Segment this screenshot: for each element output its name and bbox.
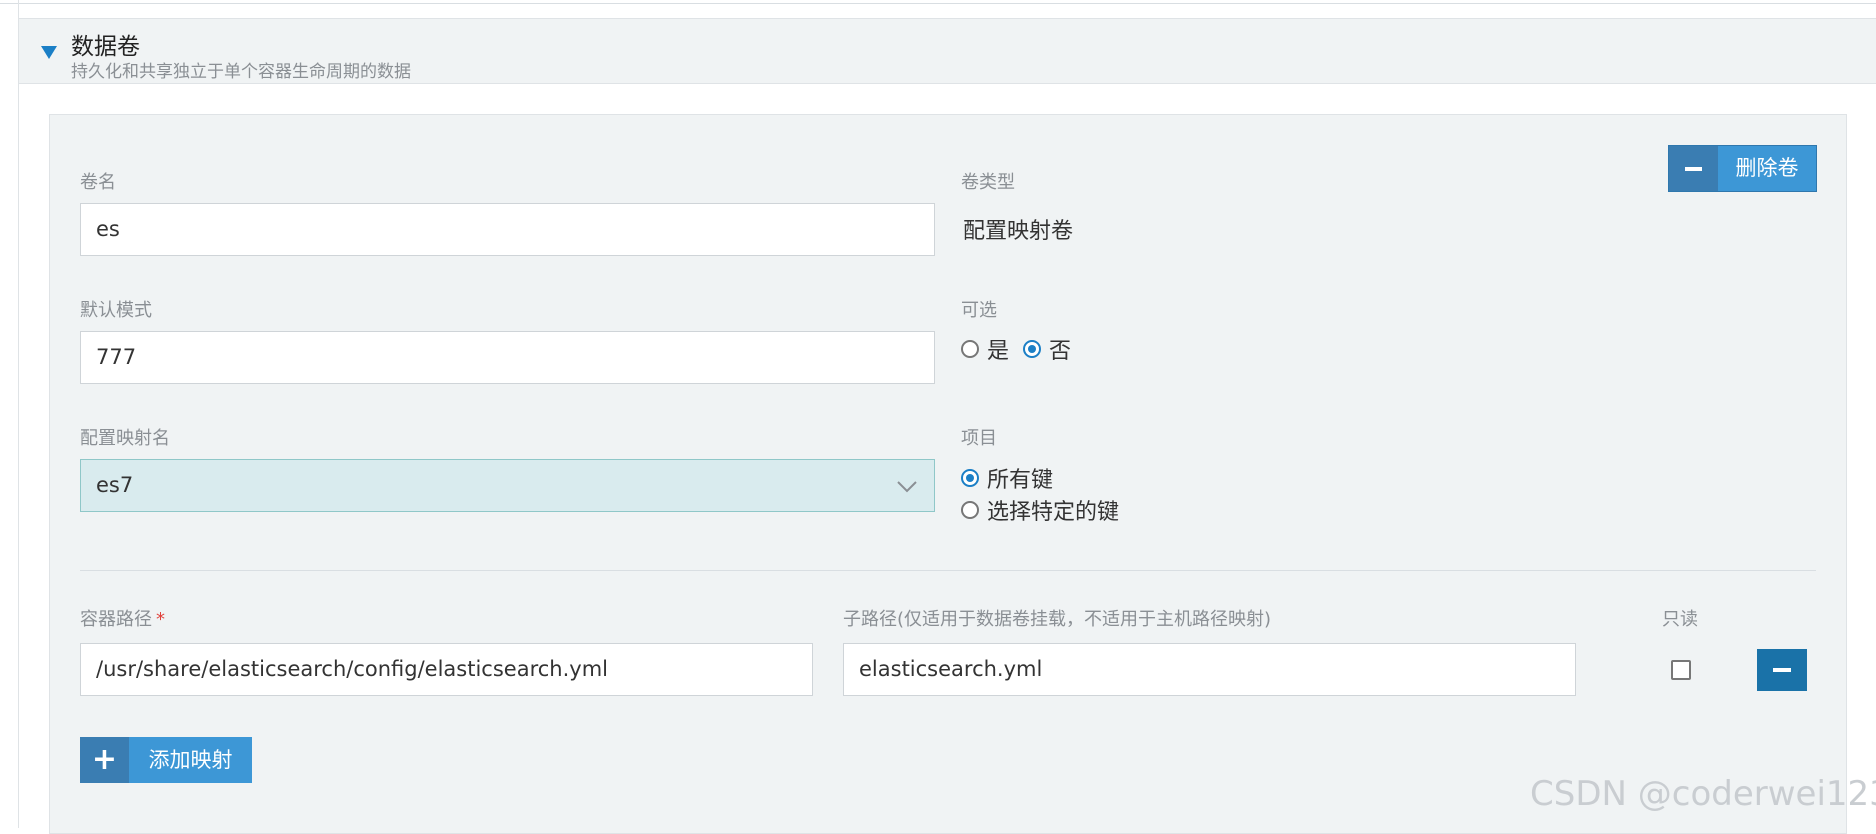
add-mapping-label: 添加映射 (129, 737, 252, 783)
optional-radio-group: 是 否 (961, 333, 1071, 365)
optional-no-radio[interactable] (1023, 340, 1042, 358)
readonly-checkbox[interactable] (1671, 660, 1691, 680)
container-path-label: 容器路径 * (80, 605, 165, 631)
items-specific-label[interactable]: 选择特定的键 (987, 494, 1119, 526)
volume-type-value: 配置映射卷 (963, 219, 1074, 244)
optional-no-label[interactable]: 否 (1049, 333, 1071, 365)
volume-type-label: 卷类型 (961, 172, 1015, 193)
readonly-label: 只读 (1662, 609, 1698, 630)
top-border (0, 0, 1876, 4)
optional-yes-radio[interactable] (961, 340, 979, 358)
section-divider (80, 570, 1816, 571)
left-border (18, 0, 19, 828)
volumes-section-header[interactable]: 数据卷 持久化和共享独立于单个容器生命周期的数据 (19, 18, 1876, 84)
container-path-label-text: 容器路径 (80, 609, 152, 630)
items-all-option: 所有键 (961, 462, 1053, 494)
collapse-caret-icon[interactable] (41, 46, 57, 59)
subpath-input[interactable]: elasticsearch.yml (843, 643, 1576, 696)
subpath-label: 子路径(仅适用于数据卷挂载，不适用于主机路径映射) (843, 609, 1272, 630)
items-label: 项目 (961, 428, 997, 449)
volume-name-input[interactable]: es (80, 203, 935, 256)
container-path-input[interactable]: /usr/share/elasticsearch/config/elastics… (80, 643, 813, 696)
items-all-label[interactable]: 所有键 (987, 462, 1053, 494)
required-mark: * (156, 609, 165, 630)
volume-name-label: 卷名 (80, 172, 116, 193)
default-mode-input[interactable]: 777 (80, 331, 935, 384)
optional-label: 可选 (961, 300, 997, 321)
configmap-selected-value: es7 (96, 473, 134, 497)
minus-icon (1669, 146, 1718, 191)
section-subtitle: 持久化和共享独立于单个容器生命周期的数据 (71, 62, 411, 82)
remove-volume-button[interactable]: 删除卷 (1668, 145, 1817, 192)
optional-yes-label[interactable]: 是 (987, 333, 1009, 365)
chevron-down-icon (897, 481, 917, 493)
add-mapping-button[interactable]: + 添加映射 (80, 737, 252, 783)
default-mode-label: 默认模式 (80, 300, 152, 321)
configmap-select[interactable]: es7 (80, 459, 935, 512)
items-all-radio[interactable] (961, 469, 979, 487)
remove-volume-label: 删除卷 (1718, 146, 1816, 191)
watermark: CSDN @coderwei123 (1530, 774, 1876, 814)
plus-icon: + (80, 737, 129, 783)
remove-mapping-button[interactable] (1757, 649, 1807, 691)
items-specific-option: 选择特定的键 (961, 494, 1119, 526)
configmap-name-label: 配置映射名 (80, 428, 170, 449)
section-title: 数据卷 (71, 34, 140, 60)
items-specific-radio[interactable] (961, 501, 979, 519)
